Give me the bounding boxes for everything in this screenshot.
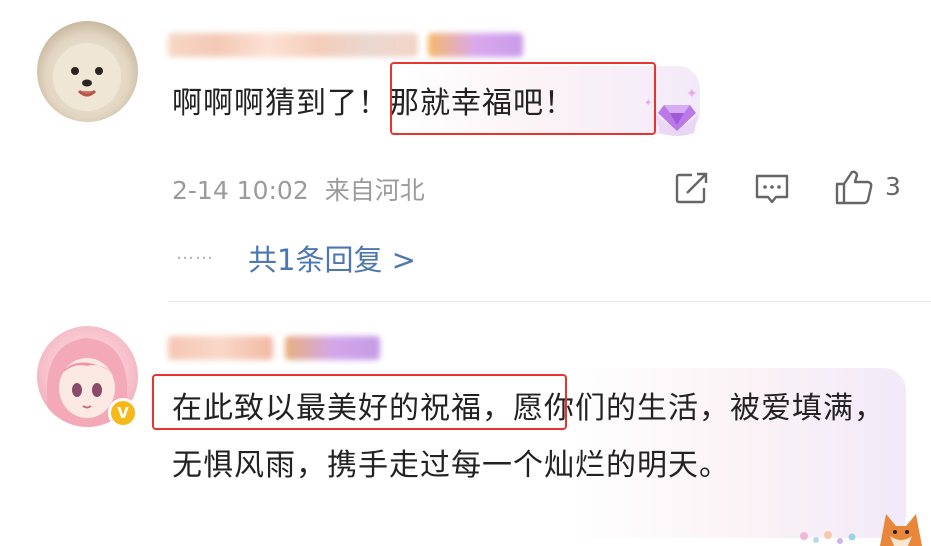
- share-icon[interactable]: [675, 172, 709, 204]
- verified-badge-icon: V: [108, 398, 138, 428]
- comment-meta-1: 2-14 10:02 来自河北: [172, 171, 425, 207]
- user-badges-1-blurred: [428, 33, 523, 57]
- username-2-blurred[interactable]: [168, 336, 273, 360]
- sparkle-icon: ✦: [686, 86, 698, 102]
- comment-location-1: 来自河北: [324, 176, 425, 205]
- highlight-box-2: [152, 374, 567, 430]
- pomeranian-dog-avatar: [53, 43, 121, 111]
- comment-feed: 啊啊啊猜到了！那就幸福吧！ ✦ ✦ 2-14 10:02 来自河北 3 …… 共…: [0, 0, 931, 546]
- fox-sticker-icon: [800, 514, 922, 546]
- username-1-blurred[interactable]: [168, 33, 418, 57]
- highlight-box-1: [390, 62, 656, 135]
- like-thumb-icon[interactable]: [834, 169, 874, 205]
- comment-icon[interactable]: [754, 173, 790, 205]
- sparkle-icon: ✦: [644, 98, 653, 109]
- view-replies-link[interactable]: 共1条回复 >: [248, 237, 416, 279]
- like-count: 3: [885, 172, 901, 201]
- comment-divider: [168, 301, 931, 302]
- user-badges-2-blurred: [285, 336, 380, 360]
- comment-timestamp-1: 2-14 10:02: [172, 176, 309, 205]
- replies-dots: ……: [176, 243, 214, 264]
- user-avatar-1[interactable]: [37, 21, 138, 122]
- comment-text-1-part1: 啊啊啊猜到了: [172, 86, 358, 121]
